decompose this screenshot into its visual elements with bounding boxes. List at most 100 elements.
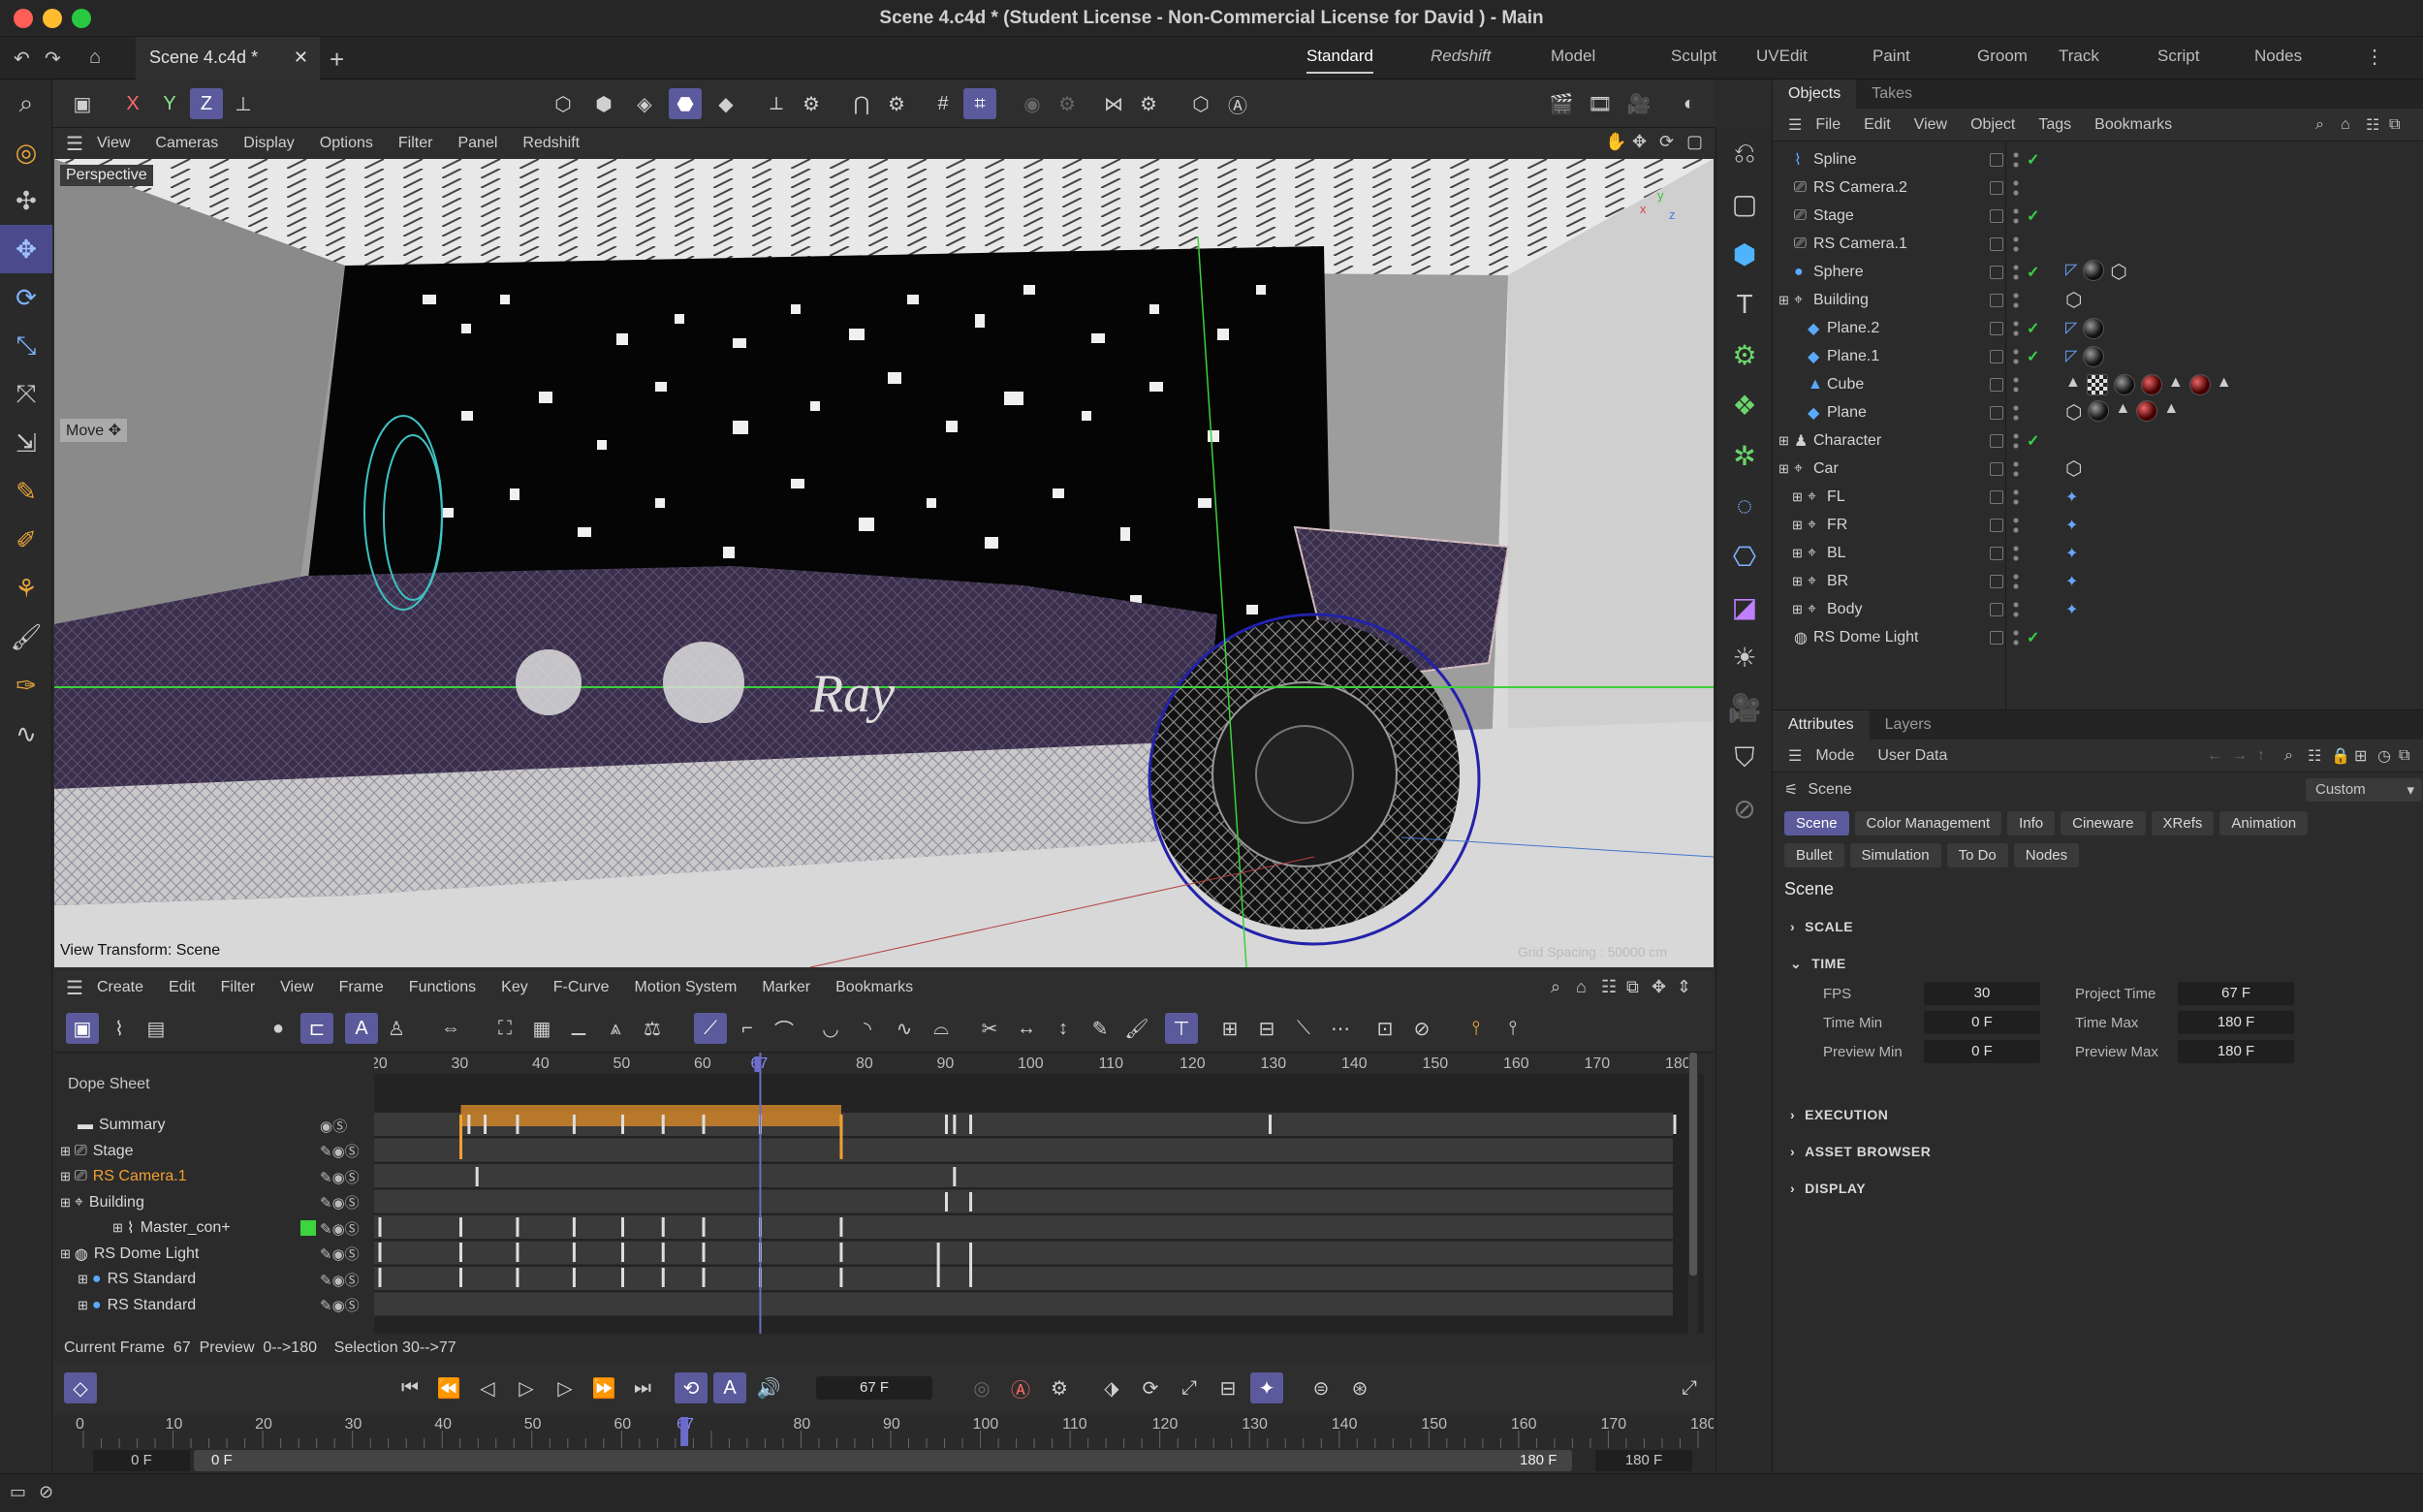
lock-workplane-icon[interactable]: ⬡: [1184, 88, 1217, 119]
material-tag-icon[interactable]: [2083, 260, 2105, 281]
object-row-plane[interactable]: ◆ Plane ⬡ ▲ ▲: [1773, 398, 2423, 426]
material-tag-icon[interactable]: [2188, 373, 2211, 395]
track-toggles[interactable]: ✎◉Ⓢ: [320, 1244, 360, 1264]
section-display[interactable]: › DISPLAY: [1773, 1170, 2423, 1207]
viewport-menu-display[interactable]: Display: [243, 135, 294, 152]
enabled-check-icon[interactable]: ✓: [2027, 206, 2039, 226]
snap-grid-icon[interactable]: #: [927, 88, 960, 119]
timeline-more-icon[interactable]: ⇕: [1677, 977, 1691, 997]
objects-menu-file[interactable]: File: [1815, 116, 1841, 134]
viewport-menu-view[interactable]: View: [97, 135, 130, 152]
range-end-field[interactable]: 180 F: [1595, 1450, 1692, 1471]
spline-smooth-icon[interactable]: ⚘: [0, 564, 52, 613]
object-row-rs-camera-1[interactable]: ⎚ RS Camera.1: [1773, 230, 2423, 258]
fcurve-mode-icon[interactable]: ⌇: [103, 1013, 136, 1044]
attr-tab-simulation[interactable]: Simulation: [1849, 843, 1941, 867]
track-toggles[interactable]: ✎◉Ⓢ: [320, 1270, 360, 1290]
z-axis-lock[interactable]: Z: [190, 88, 223, 119]
material-tag-icon[interactable]: [2083, 345, 2105, 367]
object-row-fl[interactable]: ⊞ ⌖ FL ✦: [1773, 483, 2423, 511]
visibility-dots[interactable]: [2013, 571, 2019, 591]
mograph-icon[interactable]: ✲: [1716, 430, 1773, 481]
attributes-history-icon[interactable]: ◷: [2377, 746, 2391, 766]
track-row-stage[interactable]: ⊞ ⎚ Stage ✎◉Ⓢ: [54, 1139, 374, 1164]
hierarchy-toggle-icon[interactable]: ⊏: [300, 1013, 333, 1044]
track-row-summary[interactable]: ▬ Summary ◉Ⓢ: [54, 1113, 374, 1138]
axis-settings-icon[interactable]: ⚙: [795, 88, 828, 119]
track-row-rs-camera-1[interactable]: ⊞ ⎚ RS Camera.1 ✎◉Ⓢ: [54, 1164, 374, 1189]
go-to-start-icon[interactable]: ⏮: [393, 1372, 426, 1403]
object-row-rs-camera-2[interactable]: ⎚ RS Camera.2: [1773, 173, 2423, 202]
phong-tag-icon[interactable]: ⬡: [2065, 400, 2082, 425]
timeline-window-icon[interactable]: ⧉: [1626, 977, 1639, 997]
frame-selected-icon[interactable]: ▦: [525, 1013, 558, 1044]
expand-icon[interactable]: ⊞: [78, 1272, 88, 1287]
object-mode-icon[interactable]: ⬢: [587, 88, 620, 119]
attr-tab-color-management[interactable]: Color Management: [1854, 811, 2002, 835]
enabled-check-icon[interactable]: ✓: [2027, 628, 2039, 647]
range-start-field[interactable]: 0 F: [93, 1450, 190, 1471]
bake-icon[interactable]: ✎: [1084, 1013, 1117, 1044]
visibility-dots[interactable]: [2013, 262, 2019, 282]
visibility-dots[interactable]: [2013, 177, 2019, 198]
attr-tab-scene[interactable]: Scene: [1784, 811, 1849, 835]
motion-mode-icon[interactable]: ▤: [140, 1013, 173, 1044]
forward-arrow-icon[interactable]: →: [2232, 747, 2248, 765]
camera-label[interactable]: Perspective: [60, 165, 153, 186]
visibility-dots[interactable]: [2013, 599, 2019, 619]
workplane-icon[interactable]: ◉: [1016, 88, 1049, 119]
polygon-mode-icon[interactable]: ⬣: [669, 88, 702, 119]
spline-pen-icon[interactable]: ⎌: [1716, 128, 1773, 178]
objects-menu-view[interactable]: View: [1914, 116, 1947, 134]
next-frame-icon[interactable]: ▷: [549, 1372, 582, 1403]
track-toggles[interactable]: ✎◉Ⓢ: [320, 1218, 360, 1239]
object-row-body[interactable]: ⊞ ⌖ Body ✦: [1773, 595, 2423, 623]
generator-icon[interactable]: ⚙: [1716, 330, 1773, 380]
model-mode-icon[interactable]: ⬡: [547, 88, 580, 119]
layer-toggle[interactable]: [1990, 180, 2003, 195]
layer-toggle[interactable]: [1990, 377, 2003, 392]
timeline-menu-bookmarks[interactable]: Bookmarks: [835, 979, 913, 996]
points-mode-icon[interactable]: ◈: [628, 88, 661, 119]
placement-tool-icon[interactable]: ⇲: [0, 419, 52, 467]
more-menu-icon[interactable]: ⋮: [2365, 45, 2384, 69]
zero-length-icon[interactable]: ⋯: [1324, 1013, 1357, 1044]
clamp-icon[interactable]: ⊡: [1369, 1013, 1401, 1044]
render-view-icon[interactable]: 🎞: [1584, 88, 1617, 119]
file-tab[interactable]: Scene 4.c4d * ✕: [136, 37, 320, 79]
section-time[interactable]: ⌄ TIME: [1773, 945, 2423, 982]
object-row-plane-1[interactable]: ◆ Plane.1 ✓ ◸: [1773, 342, 2423, 370]
object-row-sphere[interactable]: ● Sphere ✓ ◸ ⬡: [1773, 258, 2423, 286]
zero-angle-icon[interactable]: ⟍: [1287, 1013, 1320, 1044]
record-icon[interactable]: ◎: [965, 1372, 998, 1403]
up-arrow-icon[interactable]: ↑: [2257, 747, 2265, 765]
uvw-tag-icon[interactable]: ◸: [2065, 346, 2077, 367]
layer-toggle[interactable]: [1990, 349, 2003, 363]
uvw-tag-icon[interactable]: ▲: [2065, 374, 2081, 395]
material-tag-icon[interactable]: [2140, 373, 2162, 395]
sketch-tool-icon[interactable]: ✐: [0, 516, 52, 564]
key-mode-icon[interactable]: ◇: [64, 1372, 97, 1403]
track-toggles[interactable]: ✎◉Ⓢ: [320, 1295, 360, 1315]
timeline-menu-f-curve[interactable]: F-Curve: [553, 979, 610, 996]
layer-toggle[interactable]: [1990, 265, 2003, 279]
track-toggles[interactable]: ◉Ⓢ: [320, 1116, 347, 1136]
tab-layers[interactable]: Layers: [1870, 710, 1947, 740]
constraint-tag-icon[interactable]: ✦: [2065, 572, 2078, 591]
rectangle-spline-icon[interactable]: ▢: [1716, 178, 1773, 229]
attr-tab-animation[interactable]: Animation: [2219, 811, 2309, 835]
attr-tab-xrefs[interactable]: XRefs: [2151, 811, 2215, 835]
expand-icon[interactable]: ⊞: [1778, 433, 1789, 449]
summary-toggle-icon[interactable]: ●: [262, 1013, 295, 1044]
enabled-check-icon[interactable]: ✓: [2027, 150, 2039, 170]
visibility-dots[interactable]: [2013, 290, 2019, 310]
objects-search-icon[interactable]: ⌕: [2315, 116, 2324, 134]
phong-tag-icon[interactable]: ⬡: [2110, 260, 2126, 284]
visibility-dots[interactable]: [2013, 346, 2019, 366]
layer-toggle[interactable]: [1990, 461, 2003, 476]
attr-tab-nodes[interactable]: Nodes: [2013, 843, 2080, 867]
move-tool-icon[interactable]: ✥: [0, 225, 52, 273]
layout-tab-standard[interactable]: Standard: [1306, 47, 1373, 74]
time-warp-icon[interactable]: ⊛: [1343, 1372, 1376, 1403]
lock-icon[interactable]: 🔒: [2331, 746, 2350, 766]
